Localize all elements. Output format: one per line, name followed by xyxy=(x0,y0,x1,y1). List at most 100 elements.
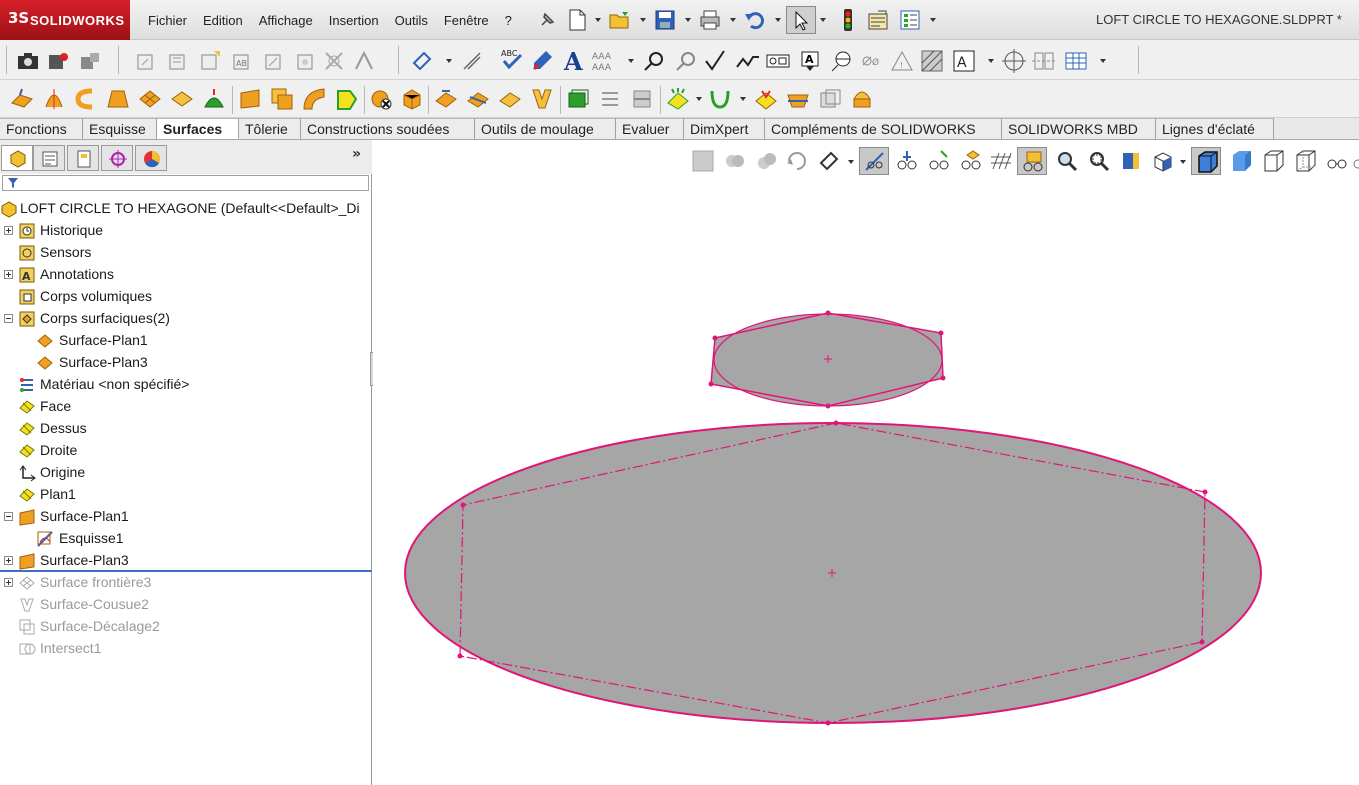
panel-more-button[interactable]: » xyxy=(352,146,361,162)
section-surface-icon[interactable] xyxy=(786,87,810,111)
mid-surface-icon[interactable] xyxy=(818,87,842,111)
tree-filter-input[interactable] xyxy=(2,175,369,191)
fill-pattern-icon[interactable] xyxy=(666,87,690,111)
tab-dimxpert[interactable]: DimXpert xyxy=(684,118,765,139)
datum-feature-icon[interactable]: A xyxy=(798,49,822,73)
swept-surface-icon[interactable] xyxy=(74,87,98,111)
lofted-surface-icon[interactable] xyxy=(106,87,130,111)
hole-callout-icon[interactable]: Ø xyxy=(860,49,884,73)
tab-property-manager[interactable] xyxy=(33,145,65,171)
collapse-icon[interactable] xyxy=(4,314,13,323)
block-icon[interactable]: A xyxy=(952,49,976,73)
tree-item[interactable]: Surface frontière3 xyxy=(0,572,372,594)
format-painter-icon[interactable] xyxy=(530,49,554,73)
curves-icon[interactable] xyxy=(708,87,732,111)
tree-root-part[interactable]: LOFT CIRCLE TO HEXAGONE (Default<<Defaul… xyxy=(0,198,372,220)
tree-item[interactable]: Face xyxy=(0,396,372,418)
menu-edition[interactable]: Edition xyxy=(195,13,251,28)
expand-icon[interactable] xyxy=(4,556,13,565)
tree-item[interactable]: Surface-Plan3 xyxy=(0,550,372,572)
expand-icon[interactable] xyxy=(4,270,13,279)
fill-pattern-dropdown[interactable] xyxy=(696,97,702,101)
tab-esquisse[interactable]: Esquisse xyxy=(83,118,157,139)
geometric-tolerance-icon[interactable] xyxy=(766,49,790,73)
rollback-bar[interactable] xyxy=(0,570,372,572)
tab-feature-manager[interactable] xyxy=(1,145,33,171)
reference-geometry-icon[interactable] xyxy=(754,87,778,111)
centerline-icon[interactable] xyxy=(1032,49,1056,73)
surface-plan-large[interactable] xyxy=(404,420,1262,726)
tab-complements[interactable]: Compléments de SOLIDWORKS xyxy=(765,118,1002,139)
thickened-cut-icon[interactable] xyxy=(598,87,622,111)
tree-item[interactable]: Surface-Décalage2 xyxy=(0,616,372,638)
table-dropdown[interactable] xyxy=(1100,59,1106,63)
linear-note-pattern-icon[interactable]: AAAAAA xyxy=(592,49,616,73)
block-dropdown[interactable] xyxy=(988,59,994,63)
tree-item[interactable]: Matériau <non spécifié> xyxy=(0,374,372,396)
menu-fenetre[interactable]: Fenêtre xyxy=(436,13,497,28)
expand-icon[interactable] xyxy=(4,578,13,587)
menu-affichage[interactable]: Affichage xyxy=(251,13,321,28)
tree-item[interactable]: Surface-Plan3 xyxy=(0,352,372,374)
thicken-icon[interactable] xyxy=(566,87,590,111)
save-dropdown[interactable] xyxy=(685,18,691,22)
freeform-icon[interactable] xyxy=(202,87,226,111)
select-button[interactable] xyxy=(786,6,816,34)
replace-face-icon[interactable] xyxy=(400,87,424,111)
knit-surface-icon[interactable] xyxy=(530,87,554,111)
open-folder-icon[interactable] xyxy=(608,8,632,32)
menu-insertion[interactable]: Insertion xyxy=(321,13,387,28)
tab-dimxpert-manager[interactable] xyxy=(101,145,133,171)
print-icon[interactable] xyxy=(698,8,722,32)
macro-7-icon[interactable] xyxy=(322,49,346,73)
auto-balloon-icon[interactable] xyxy=(674,49,698,73)
filled-surface-icon[interactable] xyxy=(170,87,194,111)
tree-item[interactable]: Origine xyxy=(0,462,372,484)
macro-5-icon[interactable] xyxy=(262,49,286,73)
new-document-dropdown[interactable] xyxy=(595,18,601,22)
trim-surface-icon[interactable] xyxy=(466,87,490,111)
tab-constructions-soudees[interactable]: Constructions soudées xyxy=(301,118,475,139)
center-mark-icon[interactable] xyxy=(1002,49,1026,73)
stop-macro-icon[interactable] xyxy=(78,49,102,73)
options-dropdown[interactable] xyxy=(930,18,936,22)
note-pattern-dropdown[interactable] xyxy=(628,59,634,63)
tab-configuration-manager[interactable] xyxy=(67,145,99,171)
pin-icon[interactable] xyxy=(535,8,559,32)
menu-help[interactable]: ? xyxy=(497,13,520,28)
surface-plan-small[interactable] xyxy=(708,310,946,409)
tree-item[interactable]: Intersect1 xyxy=(0,638,372,660)
undo-dropdown[interactable] xyxy=(775,18,781,22)
tree-item[interactable]: Droite xyxy=(0,440,372,462)
surface-finish-icon[interactable] xyxy=(704,49,728,73)
untrim-surface-icon[interactable] xyxy=(498,87,522,111)
tree-item[interactable]: Esquisse1 xyxy=(0,528,372,550)
tree-item[interactable]: Corps surfaciques(2) xyxy=(0,308,372,330)
planar-surface-icon[interactable] xyxy=(238,87,262,111)
menu-outils[interactable]: Outils xyxy=(387,13,436,28)
tab-display-manager[interactable] xyxy=(135,145,167,171)
record-macro-icon[interactable] xyxy=(46,49,70,73)
tree-item[interactable]: Plan1 xyxy=(0,484,372,506)
tree-item[interactable]: Surface-Plan1 xyxy=(0,330,372,352)
weld-symbol-icon[interactable] xyxy=(736,49,760,73)
table-icon[interactable] xyxy=(1064,49,1088,73)
print-dropdown[interactable] xyxy=(730,18,736,22)
tab-outils-de-moulage[interactable]: Outils de moulage xyxy=(475,118,616,139)
options-icon[interactable] xyxy=(898,8,922,32)
surface-flatten-icon[interactable] xyxy=(334,87,358,111)
extruded-surface-icon[interactable] xyxy=(10,87,34,111)
macro-8-icon[interactable] xyxy=(352,49,376,73)
delete-face-icon[interactable] xyxy=(370,87,394,111)
rebuild-traffic-light-icon[interactable] xyxy=(836,8,860,32)
tree-item[interactable]: Surface-Plan1 xyxy=(0,506,372,528)
tab-evaluer[interactable]: Evaluer xyxy=(616,118,684,139)
tab-lignes-eclate[interactable]: Lignes d'éclaté xyxy=(1156,118,1274,139)
revolved-surface-icon[interactable] xyxy=(42,87,66,111)
macro-1-icon[interactable] xyxy=(134,49,158,73)
dome-surface-icon[interactable] xyxy=(850,87,874,111)
tree-item[interactable]: Historique xyxy=(0,220,372,242)
boundary-surface-icon[interactable] xyxy=(138,87,162,111)
extend-surface-icon[interactable] xyxy=(434,87,458,111)
revision-symbol-icon[interactable]: ! xyxy=(890,49,914,73)
